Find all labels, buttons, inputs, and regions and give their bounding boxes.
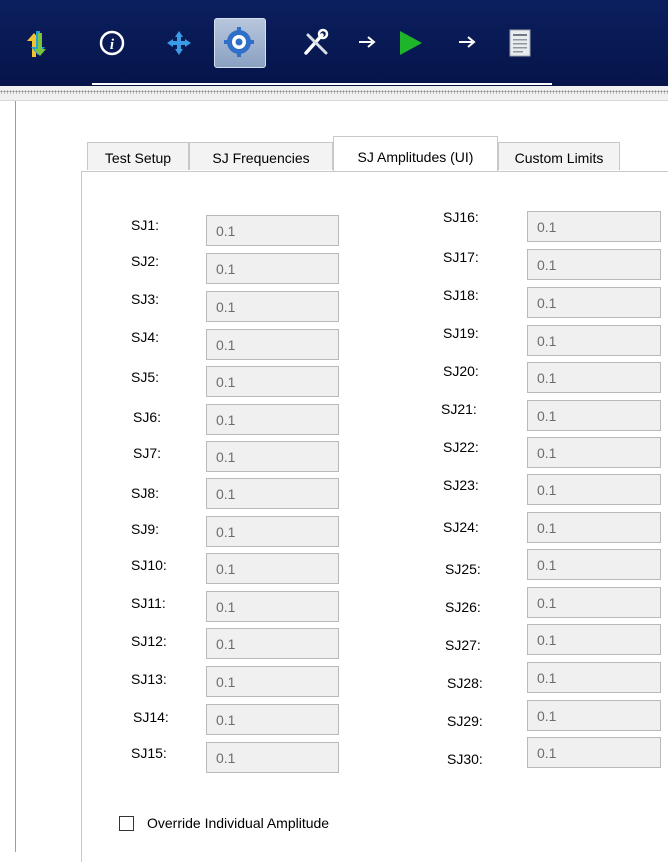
amplitude-label: SJ20: (443, 363, 479, 379)
amplitude-input[interactable]: 0.1 (206, 553, 339, 584)
amplitude-input[interactable]: 0.1 (527, 437, 661, 468)
amplitude-label: SJ23: (443, 477, 479, 493)
arrow-right-icon (459, 36, 476, 48)
amplitude-label: SJ4: (131, 329, 160, 345)
amplitude-label: SJ30: (447, 751, 483, 767)
amplitude-input[interactable]: 0.1 (527, 624, 661, 655)
amplitude-input[interactable]: 0.1 (206, 666, 339, 697)
amplitude-input[interactable]: 0.1 (206, 404, 339, 435)
amplitude-label: SJ16: (443, 209, 479, 225)
amplitude-label: SJ5: (131, 369, 160, 385)
amplitude-input[interactable]: 0.1 (206, 441, 339, 472)
amplitude-input[interactable]: 0.1 (527, 249, 661, 280)
amplitude-label: SJ6: (133, 409, 162, 425)
amplitude-label: SJ3: (131, 291, 160, 307)
amplitude-label: SJ19: (443, 325, 479, 341)
amplitude-label: SJ7: (133, 445, 162, 461)
amplitude-input[interactable]: 0.1 (527, 662, 661, 693)
amplitude-input[interactable]: 0.1 (206, 591, 339, 622)
amplitude-input[interactable]: 0.1 (206, 215, 339, 246)
amplitude-label: SJ22: (443, 439, 479, 455)
tab-test-setup[interactable]: Test Setup (87, 142, 189, 170)
override-checkbox[interactable] (119, 816, 134, 831)
amplitude-input[interactable]: 0.1 (206, 478, 339, 509)
amplitude-input[interactable]: 0.1 (206, 628, 339, 659)
tab-sj-amplitudes[interactable]: SJ Amplitudes (UI) (333, 136, 498, 171)
amplitude-input[interactable]: 0.1 (527, 549, 661, 580)
settings-gear-icon[interactable] (223, 26, 255, 58)
amplitude-label: SJ13: (131, 671, 167, 687)
amplitude-input[interactable]: 0.1 (206, 366, 339, 397)
amplitude-input[interactable]: 0.1 (206, 742, 339, 773)
amplitude-label: SJ9: (131, 521, 160, 537)
play-icon[interactable] (394, 27, 426, 59)
amplitude-label: SJ21: (441, 401, 477, 417)
amplitude-input[interactable]: 0.1 (527, 325, 661, 356)
info-icon[interactable]: i (96, 27, 128, 59)
amplitude-input[interactable]: 0.1 (206, 291, 339, 322)
amplitude-label: SJ29: (447, 713, 483, 729)
amplitude-input[interactable]: 0.1 (206, 253, 339, 284)
move-crosshair-icon[interactable] (163, 27, 195, 59)
amplitude-input[interactable]: 0.1 (206, 704, 339, 735)
amplitude-input[interactable]: 0.1 (206, 329, 339, 360)
amplitude-label: SJ27: (445, 637, 481, 653)
amplitude-label: SJ15: (131, 745, 167, 761)
amplitude-label: SJ8: (131, 485, 160, 501)
tab-custom-limits[interactable]: Custom Limits (498, 142, 620, 170)
amplitude-label: SJ28: (447, 675, 483, 691)
amplitude-input[interactable]: 0.1 (527, 587, 661, 618)
amplitude-label: SJ2: (131, 253, 160, 269)
amplitude-input[interactable]: 0.1 (527, 700, 661, 731)
amplitude-input[interactable]: 0.1 (527, 737, 661, 768)
amplitude-label: SJ18: (443, 287, 479, 303)
svg-text:i: i (110, 37, 115, 53)
toolbar: i (0, 0, 668, 86)
amplitude-label: SJ24: (443, 519, 479, 535)
splitter-grip[interactable] (0, 86, 668, 101)
amplitude-label: SJ17: (443, 249, 479, 265)
amplitude-label: SJ10: (131, 557, 167, 573)
amplitude-label: SJ11: (131, 595, 166, 611)
amplitude-input[interactable]: 0.1 (527, 362, 661, 393)
report-icon[interactable] (504, 27, 536, 59)
arrow-right-icon (359, 36, 376, 48)
amplitude-input[interactable]: 0.1 (527, 512, 661, 543)
amplitude-input[interactable]: 0.1 (527, 474, 661, 505)
tab-sj-frequencies[interactable]: SJ Frequencies (189, 142, 333, 170)
tools-icon[interactable] (300, 27, 332, 59)
amplitude-label: SJ26: (445, 599, 481, 615)
transfer-arrows-icon[interactable] (22, 27, 54, 59)
amplitude-label: SJ1: (131, 217, 160, 233)
amplitude-input[interactable]: 0.1 (527, 287, 661, 318)
amplitude-input[interactable]: 0.1 (206, 516, 339, 547)
amplitude-label: SJ25: (445, 561, 481, 577)
override-label: Override Individual Amplitude (147, 815, 330, 831)
amplitude-input[interactable]: 0.1 (527, 211, 661, 242)
amplitude-input[interactable]: 0.1 (527, 400, 661, 431)
amplitude-label: SJ12: (131, 633, 167, 649)
amplitude-label: SJ14: (133, 709, 169, 725)
toolbar-underline (92, 83, 552, 85)
